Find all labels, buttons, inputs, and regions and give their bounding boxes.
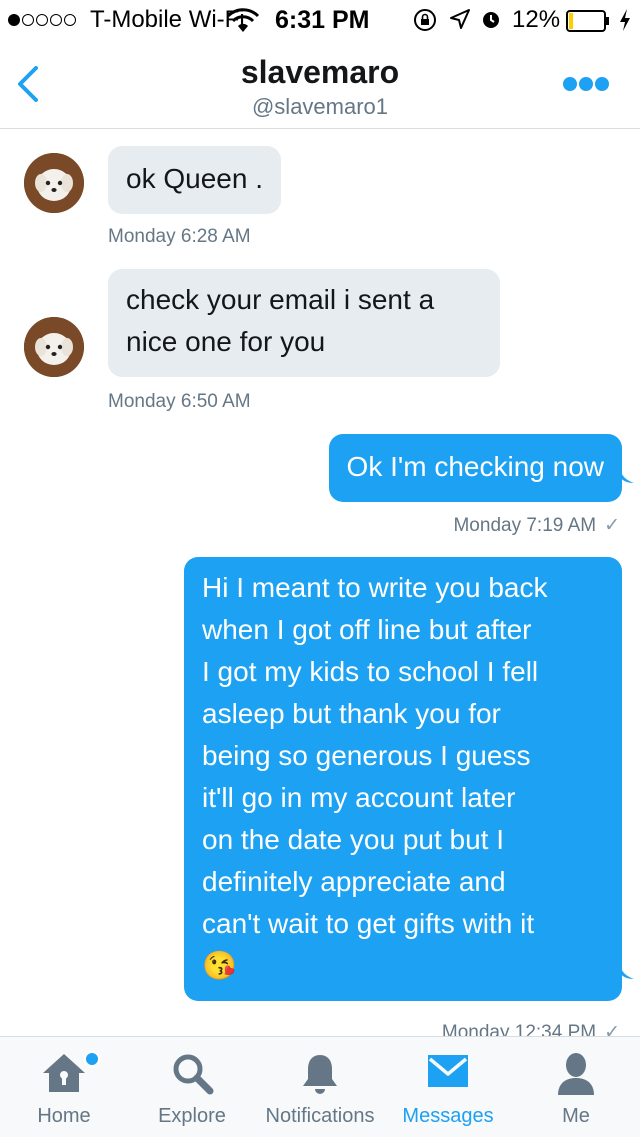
dog-photo-icon bbox=[24, 317, 84, 377]
tab-me[interactable]: Me bbox=[512, 1037, 640, 1137]
signal-dot bbox=[22, 14, 34, 26]
avatar[interactable] bbox=[24, 153, 84, 213]
bubble-tail bbox=[620, 965, 634, 979]
message-timestamp: Monday 12:34 PM ✓ bbox=[442, 1021, 620, 1036]
home-icon bbox=[43, 1054, 85, 1092]
message-text: Ok I'm checking now bbox=[346, 451, 604, 482]
conversation-title[interactable]: slavemaro bbox=[0, 54, 640, 91]
message-thread[interactable]: ok Queen . Monday 6:28 AM check your ema… bbox=[0, 129, 640, 1036]
message-text: check your email i sent a nice one for y… bbox=[126, 284, 435, 357]
tab-label: Home bbox=[37, 1105, 91, 1127]
battery-icon bbox=[566, 10, 609, 32]
conversation-handle[interactable]: @slavemaro1 bbox=[0, 94, 640, 120]
tab-explore[interactable]: Explore bbox=[128, 1037, 256, 1137]
tab-label: Notifications bbox=[265, 1105, 375, 1127]
signal-dot bbox=[64, 14, 76, 26]
conversation-header: slavemaro @slavemaro1 bbox=[0, 40, 640, 129]
more-options-icon[interactable] bbox=[562, 74, 610, 94]
tab-label: Messages bbox=[402, 1105, 494, 1127]
charging-icon bbox=[620, 9, 630, 31]
tab-home[interactable]: Home bbox=[0, 1037, 128, 1137]
carrier-name: T-Mobile Wi-Fi bbox=[90, 6, 245, 33]
dog-photo-icon bbox=[24, 153, 84, 213]
tab-notifications[interactable]: Notifications bbox=[256, 1037, 384, 1137]
outgoing-message-bubble[interactable]: Ok I'm checking now bbox=[328, 434, 622, 502]
signal-dot bbox=[8, 14, 20, 26]
battery-percentage: 12% bbox=[512, 6, 561, 33]
wifi-icon bbox=[226, 8, 260, 32]
message-text: Hi I meant to write you back when I got … bbox=[202, 572, 548, 981]
search-icon bbox=[173, 1054, 214, 1095]
location-icon bbox=[450, 9, 470, 29]
status-time: 6:31 PM bbox=[275, 6, 370, 34]
rotation-lock-icon bbox=[414, 9, 436, 31]
message-timestamp: Monday 7:19 AM ✓ bbox=[453, 514, 620, 537]
message-timestamp: Monday 6:50 AM bbox=[108, 391, 251, 412]
bubble-tail bbox=[620, 469, 634, 483]
alarm-icon bbox=[483, 12, 499, 28]
tab-messages[interactable]: Messages bbox=[384, 1037, 512, 1137]
signal-dot bbox=[50, 14, 62, 26]
sent-check-icon: ✓ bbox=[604, 1022, 620, 1036]
outgoing-message-bubble[interactable]: Hi I meant to write you back when I got … bbox=[184, 557, 622, 1001]
message-text: ok Queen . bbox=[126, 163, 263, 194]
notification-dot bbox=[84, 1051, 100, 1067]
sent-check-icon: ✓ bbox=[604, 515, 620, 536]
tab-label: Me bbox=[562, 1105, 590, 1127]
person-icon bbox=[558, 1053, 594, 1095]
incoming-message-bubble[interactable]: ok Queen . bbox=[108, 146, 281, 214]
tab-bar: Home Explore Notifications Messages Me bbox=[0, 1036, 640, 1137]
envelope-icon bbox=[428, 1055, 468, 1087]
timestamp-text: Monday 7:19 AM bbox=[453, 515, 597, 536]
signal-dot bbox=[36, 14, 48, 26]
incoming-message-bubble[interactable]: check your email i sent a nice one for y… bbox=[108, 269, 500, 377]
tab-label: Explore bbox=[158, 1105, 226, 1127]
bell-icon bbox=[303, 1055, 337, 1094]
signal-strength-indicator bbox=[8, 8, 76, 32]
avatar[interactable] bbox=[24, 317, 84, 377]
status-bar: T-Mobile Wi-Fi 6:31 PM 12% bbox=[0, 0, 640, 40]
message-timestamp: Monday 6:28 AM bbox=[108, 226, 251, 247]
timestamp-text: Monday 12:34 PM bbox=[441, 1022, 597, 1036]
